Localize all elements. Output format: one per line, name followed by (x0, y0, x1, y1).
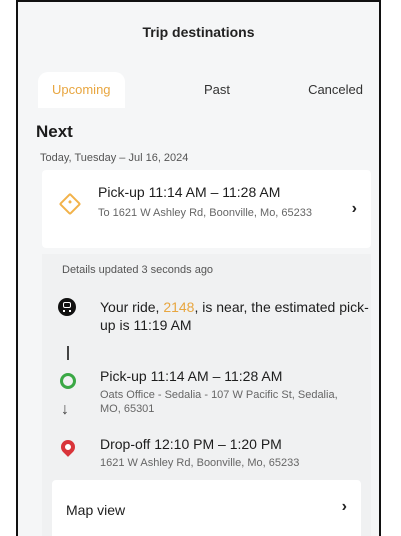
bus-icon (58, 298, 76, 316)
page-title: Trip destinations (142, 24, 255, 40)
trip-details-panel: Details updated 3 seconds ago Your ride,… (42, 254, 371, 536)
chevron-right-icon: › (351, 200, 357, 217)
arrow-down-icon: ↓ (61, 401, 69, 418)
pickup-time: Pick-up 11:14 AM – 11:28 AM (100, 368, 283, 384)
dropoff-time: Drop-off 12:10 PM – 1:20 PM (100, 436, 282, 452)
route-connector (67, 346, 69, 360)
chevron-right-icon: › (341, 498, 347, 515)
pickup-address: Oats Office - Sedalia - 107 W Pacific St… (100, 389, 338, 415)
ride-status-prefix: Your ride, (100, 299, 164, 315)
card-destination-address: To 1621 W Ashley Rd, Boonville, Mo, 6523… (98, 207, 313, 219)
tab-canceled[interactable]: Canceled (308, 72, 363, 108)
map-view-button[interactable]: Map view › (52, 480, 361, 536)
section-title: Next (36, 122, 73, 141)
card-pickup-time: Pick-up 11:14 AM – 11:28 AM (98, 184, 281, 200)
map-pin-icon (58, 437, 78, 457)
diamond-direction-icon (58, 192, 82, 216)
tab-upcoming[interactable]: Upcoming (38, 72, 125, 108)
details-updated-text: Details updated 3 seconds ago (62, 264, 214, 276)
ride-number: 2148 (163, 299, 195, 315)
ride-status-text: Your ride, 2148, is near, the estimated … (100, 298, 370, 334)
origin-circle-icon (60, 373, 76, 389)
trip-tabs: Upcoming Past Canceled (38, 72, 373, 108)
trip-date: Today, Tuesday – Jul 16, 2024 (40, 152, 189, 164)
map-view-label: Map view (66, 502, 126, 518)
dropoff-address: 1621 W Ashley Rd, Boonville, Mo, 65233 (100, 457, 300, 469)
app-screen: Trip destinations Upcoming Past Canceled… (16, 0, 381, 536)
next-trip-card[interactable]: Pick-up 11:14 AM – 11:28 AM To 1621 W As… (42, 170, 371, 248)
tab-past[interactable]: Past (204, 72, 230, 108)
